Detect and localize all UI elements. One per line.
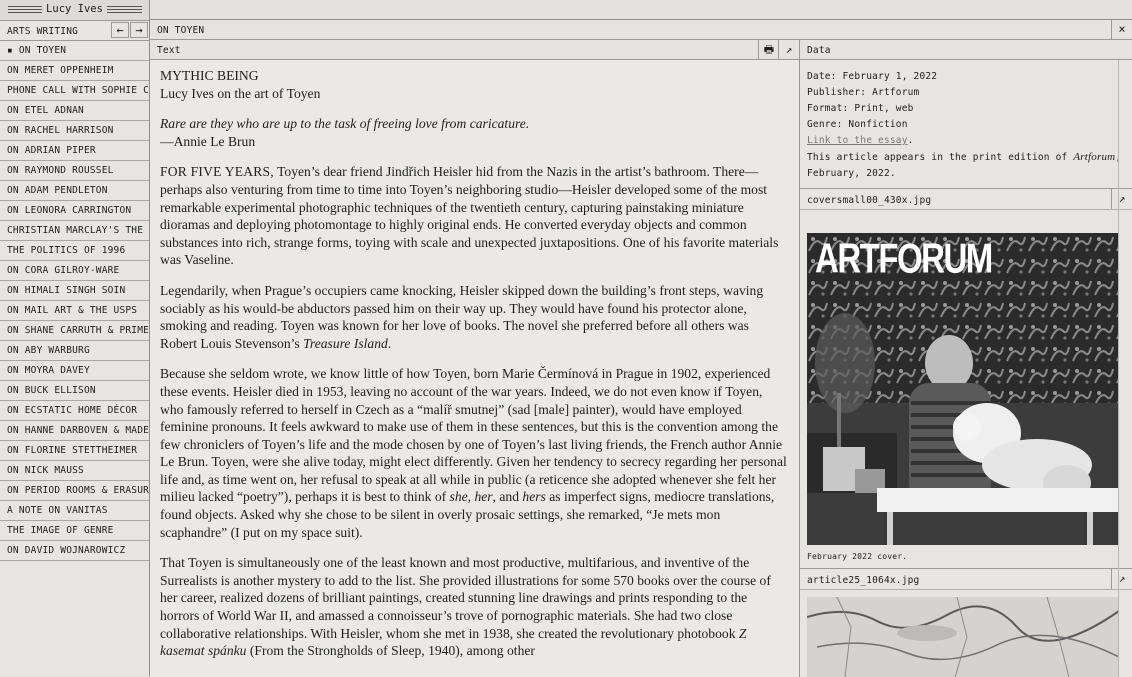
print-note: This article appears in the print editio…	[807, 149, 1125, 182]
essay-link[interactable]: Link to the essay	[807, 135, 908, 146]
essay-list: ▪ ON TOYEN ON MERET OPPENHEIM PHONE CALL W…	[0, 41, 149, 561]
series-title: ARTS WRITING	[7, 26, 79, 37]
cover-caption: February 2022 cover.	[807, 552, 908, 561]
metadata: Date: February 1, 2022 Publisher: Artfor…	[800, 60, 1132, 189]
series-window: Lucy Ives ARTS WRITING ← → ▪ ON TOYEN ON …	[0, 0, 150, 676]
pronoun-her: her	[474, 489, 493, 505]
book-title: Treasure Island	[303, 335, 388, 351]
essay-list-item[interactable]: ON HANNE DARBOVEN & MADE	[0, 421, 149, 441]
paragraph-text: Toyen’s dear friend Jindřich Heisler hid…	[160, 164, 779, 268]
print-icon[interactable]: 🖶	[758, 40, 779, 59]
article-photo	[807, 597, 1119, 677]
link-period: .	[907, 135, 914, 146]
article-body: MYTHIC BEING Lucy Ives on the art of Toy…	[150, 60, 799, 677]
essay-list-item[interactable]: ▪ ON TOYEN	[0, 41, 149, 61]
essay-list-item[interactable]: ON ABY WARBURG	[0, 341, 149, 361]
essay-list-item[interactable]: A NOTE ON VANITAS	[0, 501, 149, 521]
window-title: Lucy Ives	[42, 3, 107, 15]
essay-list-item[interactable]: CHRISTIAN MARCLAY'S THE	[0, 221, 149, 241]
essay-list-item[interactable]: ON RAYMOND ROUSSEL	[0, 161, 149, 181]
data-pane-label: Data	[807, 45, 831, 56]
left-title-bar[interactable]: Lucy Ives	[0, 0, 149, 21]
essay-list-item[interactable]: ON SHANE CARRUTH & PRIME	[0, 321, 149, 341]
essay-window-title: ON TOYEN	[157, 25, 205, 36]
text-pane-header: Text 🖶 ↗	[150, 40, 799, 60]
essay-list-item[interactable]: ON DAVID WOJNAROWICZ	[0, 541, 149, 561]
scrollbar[interactable]	[1118, 60, 1132, 677]
epigraph-attribution: —Annie Le Brun	[160, 133, 256, 149]
essay-list-item[interactable]: THE POLITICS OF 1996	[0, 241, 149, 261]
cover-masthead: ARTFORUM	[815, 235, 993, 282]
essay-list-item[interactable]: ON PERIOD ROOMS & ERASUR	[0, 481, 149, 501]
meta-genre: Genre: Nonfiction	[807, 119, 908, 130]
essay-window-header[interactable]: ON TOYEN ×	[150, 20, 1132, 40]
essay-list-item[interactable]: ON LEONORA CARRINGTON	[0, 201, 149, 221]
meta-date: Date: February 1, 2022	[807, 71, 938, 82]
essay-list-item[interactable]: ON ECSTATIC HOME DÉCOR	[0, 401, 149, 421]
data-pane-header: Data	[800, 40, 1132, 60]
essay-list-item[interactable]: ON ADAM PENDLETON	[0, 181, 149, 201]
essay-list-item[interactable]: ON CORA GILROY-WARE	[0, 261, 149, 281]
essay-list-item[interactable]: ON FLORINE STETTHEIMER	[0, 441, 149, 461]
essay-list-item[interactable]: ON MOYRA DAVEY	[0, 361, 149, 381]
essay-window: ON TOYEN × Text 🖶 ↗ MYTHIC BEING Lucy Iv…	[150, 19, 1132, 677]
article-heading: MYTHIC BEING	[160, 68, 259, 83]
prev-arrow-icon[interactable]: ←	[111, 22, 129, 38]
close-icon[interactable]: ×	[1111, 20, 1132, 39]
file-name: coversmall00_430x.jpg	[807, 195, 932, 206]
essay-list-item[interactable]: ON ETEL ADNAN	[0, 101, 149, 121]
file-name: article25_1064x.jpg	[807, 575, 920, 586]
paragraph: That Toyen is simultaneously one of the …	[160, 554, 789, 660]
cover-image[interactable]: ARTFORUM	[807, 233, 1119, 545]
essay-list-item[interactable]: ON MERET OPPENHEIM	[0, 61, 149, 81]
paragraph-text: .	[387, 335, 392, 351]
file-header: article25_1064x.jpg ↗	[800, 568, 1132, 590]
paragraph-lead: FOR FIVE YEARS,	[160, 164, 274, 180]
series-header: ARTS WRITING ← →	[0, 21, 149, 41]
article-image[interactable]	[807, 597, 1119, 677]
meta-format: Format: Print, web	[807, 103, 914, 114]
essay-list-item[interactable]: THE IMAGE OF GENRE	[0, 521, 149, 541]
text-pane: Text 🖶 ↗ MYTHIC BEING Lucy Ives on the a…	[150, 40, 800, 677]
article-subheading: Lucy Ives on the art of Toyen	[160, 85, 321, 101]
paragraph-text: Because she seldom wrote, we know little…	[160, 366, 787, 505]
print-note-text: This article appears in the print editio…	[807, 152, 1074, 163]
paragraph-text: (From the Strongholds of Sleep, 1940), a…	[246, 643, 535, 659]
essay-list-item[interactable]: PHONE CALL WITH SOPHIE C	[0, 81, 149, 101]
essay-list-item[interactable]: ON MAIL ART & THE USPS	[0, 301, 149, 321]
file-header: coversmall00_430x.jpg ↗	[800, 189, 1132, 210]
essay-list-item[interactable]: ON HIMALI SINGH SOIN	[0, 281, 149, 301]
popout-icon[interactable]: ↗	[778, 40, 799, 59]
paragraph: FOR FIVE YEARS, Toyen’s dear friend Jind…	[160, 163, 789, 269]
paragraph-text: , and	[492, 489, 523, 505]
essay-list-item[interactable]: ON BUCK ELLISON	[0, 381, 149, 401]
text-pane-label: Text	[157, 45, 181, 56]
data-pane: Data Date: February 1, 2022 Publisher: A…	[800, 40, 1132, 677]
epigraph: Rare are they who are up to the task of …	[160, 116, 530, 132]
paragraph: Legendarily, when Prague’s occupiers cam…	[160, 282, 789, 352]
pronoun-hers: hers	[522, 489, 546, 505]
paragraph: Because she seldom wrote, we know little…	[160, 365, 789, 541]
essay-list-item[interactable]: ON ADRIAN PIPER	[0, 141, 149, 161]
meta-publisher: Publisher: Artforum	[807, 87, 920, 98]
essay-list-item[interactable]: ON NICK MAUSS	[0, 461, 149, 481]
pronoun-she: she	[449, 489, 468, 505]
next-arrow-icon[interactable]: →	[130, 22, 148, 38]
essay-list-item[interactable]: ON RACHEL HARRISON	[0, 121, 149, 141]
paragraph-text: That Toyen is simultaneously one of the …	[160, 555, 771, 641]
paragraph-text: Legendarily, when Prague’s occupiers cam…	[160, 282, 764, 351]
magazine-name: Artforum	[1073, 151, 1116, 163]
